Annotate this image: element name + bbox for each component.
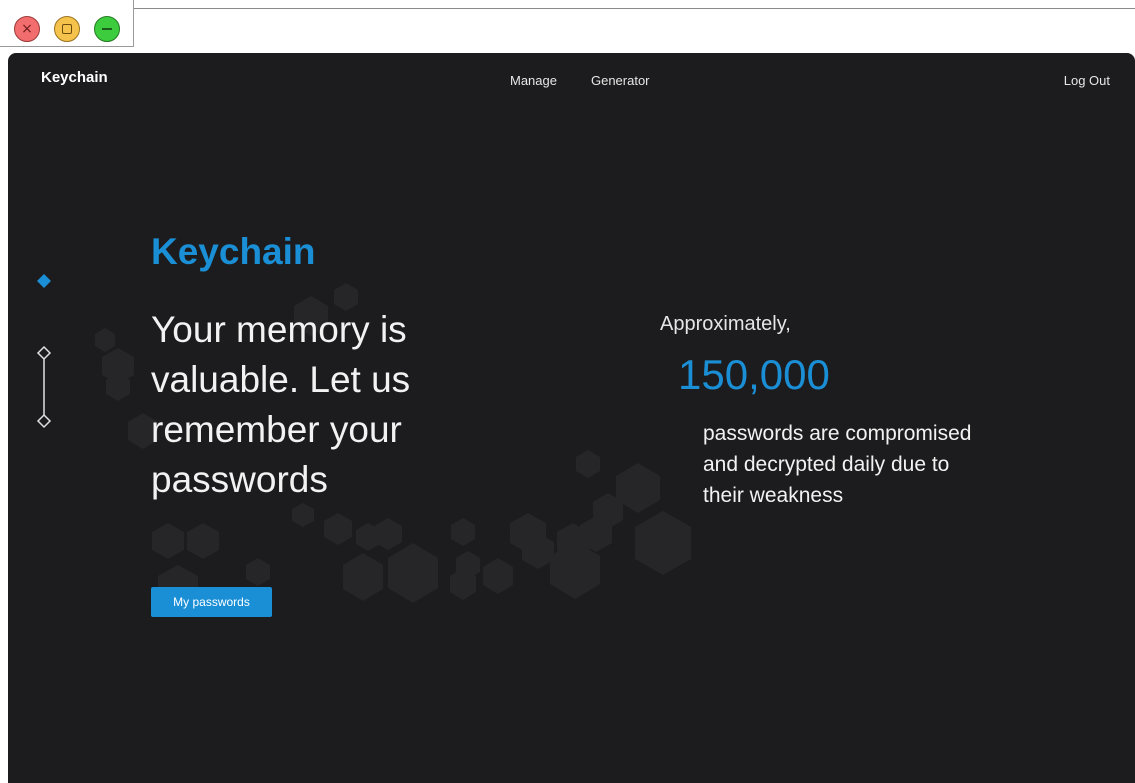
nav-manage-link[interactable]: Manage xyxy=(510,73,557,88)
my-passwords-button[interactable]: My passwords xyxy=(151,587,272,617)
stat-lead-text: Approximately, xyxy=(660,313,791,335)
maximize-icon xyxy=(62,24,72,34)
minimize-icon xyxy=(102,28,112,30)
maximize-button[interactable] xyxy=(54,16,80,42)
stat-description: passwords are compromised and decrypted … xyxy=(703,422,972,507)
logout-link[interactable]: Log Out xyxy=(1064,73,1110,88)
active-slide-dot-icon[interactable] xyxy=(37,274,51,288)
minimize-button[interactable] xyxy=(94,16,120,42)
slide-dot-icon[interactable] xyxy=(36,345,52,361)
close-icon: × xyxy=(21,21,33,37)
slide-indicator xyxy=(36,274,52,429)
app-window: Keychain Manage Generator Log Out Keycha… xyxy=(8,53,1135,783)
hero-title: Keychain xyxy=(151,231,316,272)
window-title-divider xyxy=(134,8,1135,9)
brand-logo[interactable]: Keychain xyxy=(41,69,108,86)
main-nav: Manage Generator xyxy=(510,73,650,88)
slide-dot-icon[interactable] xyxy=(36,413,52,429)
window-controls: × xyxy=(0,0,134,47)
stat-number: 150,000 xyxy=(678,351,830,398)
close-button[interactable]: × xyxy=(14,16,40,42)
hero-tagline: Your memory is valuable. Let us remember… xyxy=(151,309,411,500)
nav-generator-link[interactable]: Generator xyxy=(591,73,650,88)
